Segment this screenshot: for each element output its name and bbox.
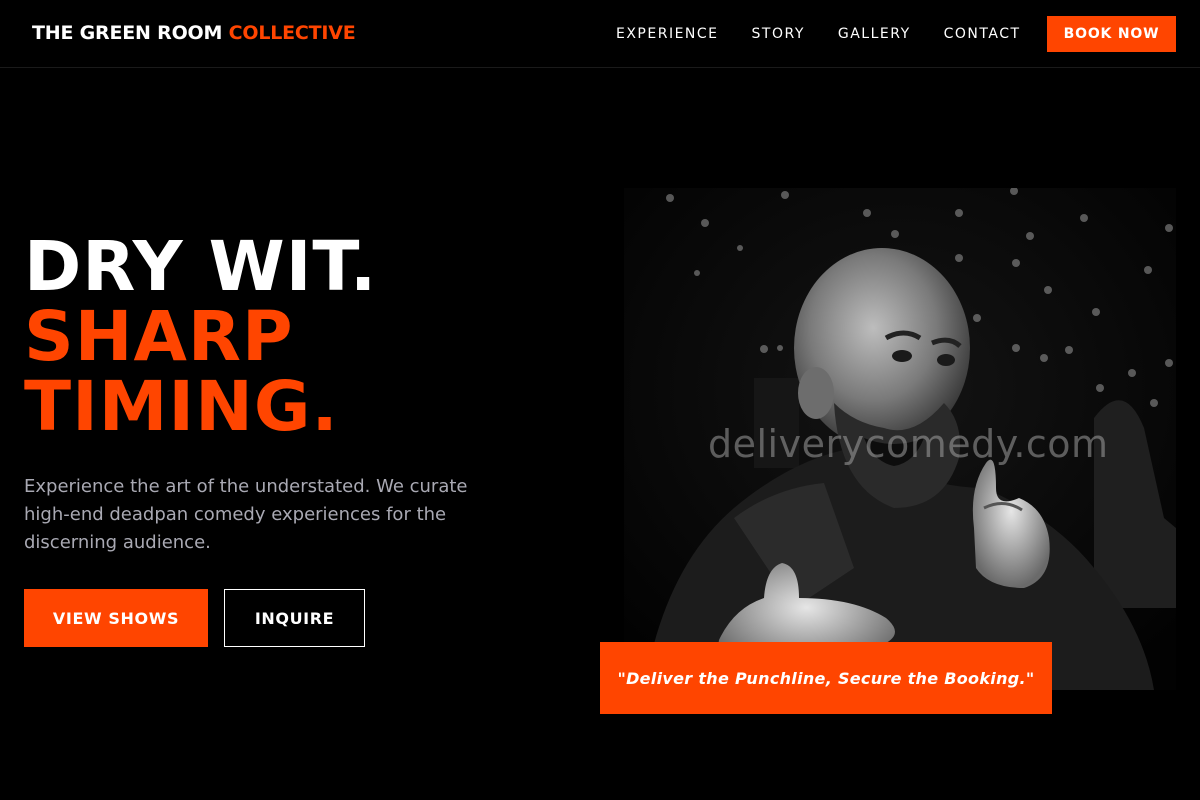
nav-link-contact[interactable]: CONTACT xyxy=(944,26,1021,42)
brand-logo[interactable]: THE GREEN ROOM COLLECTIVE xyxy=(32,22,356,44)
nav-link-story[interactable]: STORY xyxy=(752,26,805,42)
headline-line-1: DRY WIT. xyxy=(24,227,378,307)
photo-watermark: deliverycomedy.com xyxy=(708,422,1109,466)
hero-headline: DRY WIT. SHARP TIMING. xyxy=(24,232,377,442)
quote-banner: "Deliver the Punchline, Secure the Booki… xyxy=(600,642,1052,714)
quote-text: "Deliver the Punchline, Secure the Booki… xyxy=(617,668,1035,688)
nav-link-experience[interactable]: EXPERIENCE xyxy=(616,26,719,42)
view-shows-button[interactable]: VIEW SHOWS xyxy=(24,589,208,647)
headline-line-3: TIMING. xyxy=(24,367,339,447)
site-header: THE GREEN ROOM COLLECTIVE EXPERIENCE STO… xyxy=(0,0,1200,68)
inquire-button[interactable]: INQUIRE xyxy=(224,589,365,647)
hero-subtitle: Experience the art of the understated. W… xyxy=(24,476,468,553)
headline-line-2: SHARP xyxy=(24,297,294,377)
book-now-button[interactable]: BOOK NOW xyxy=(1047,16,1176,52)
main-nav: EXPERIENCE STORY GALLERY CONTACT xyxy=(616,26,1021,42)
brand-accent: COLLECTIVE xyxy=(228,22,356,44)
nav-link-gallery[interactable]: GALLERY xyxy=(838,26,911,42)
brand-name: THE GREEN ROOM xyxy=(32,22,223,44)
